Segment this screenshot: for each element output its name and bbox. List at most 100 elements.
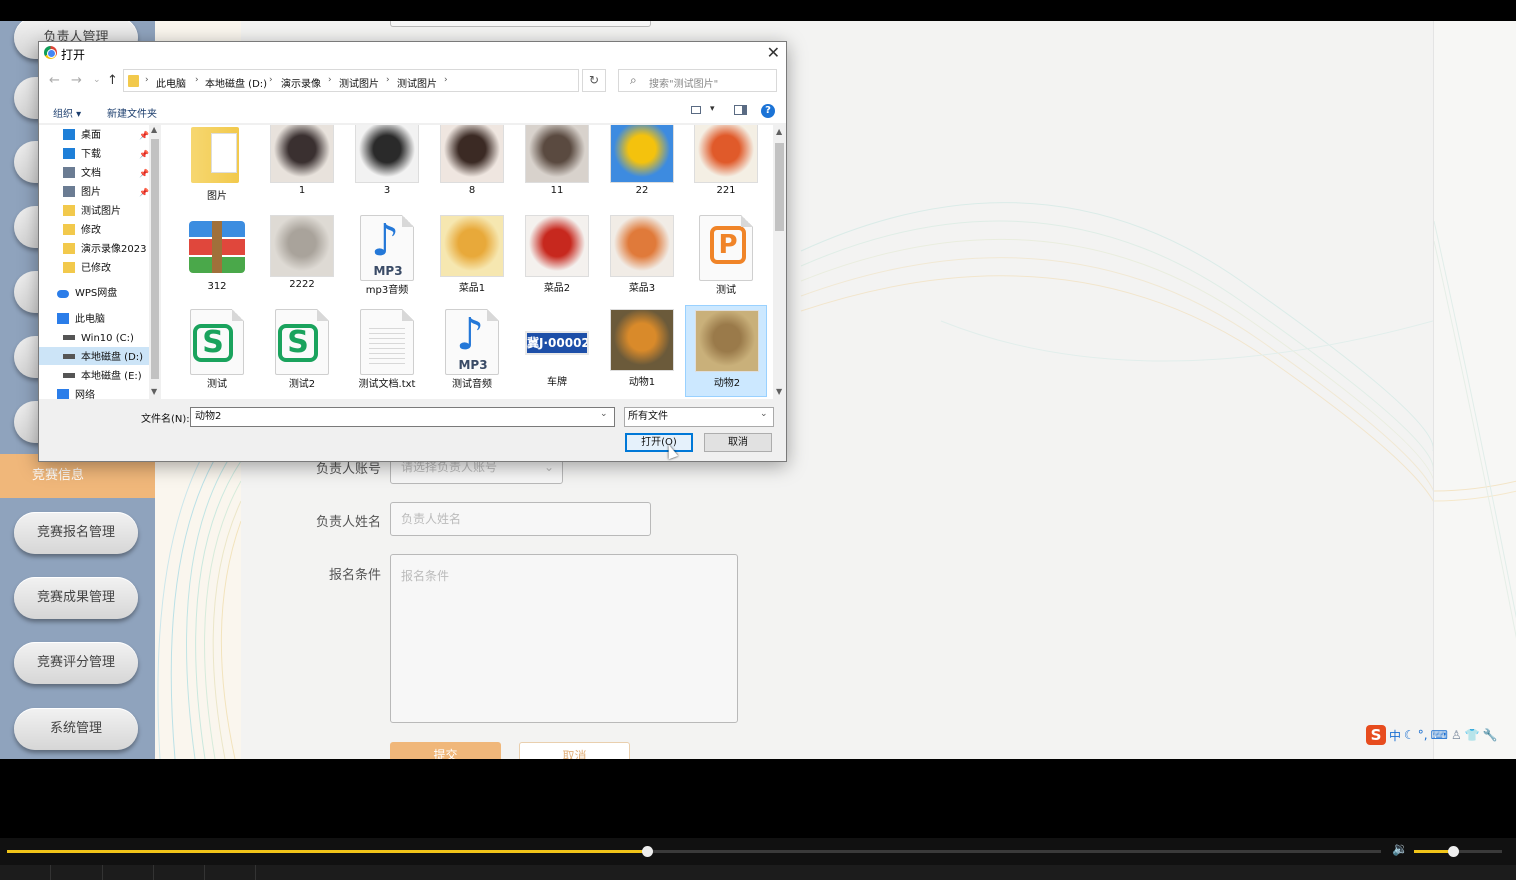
nav-item[interactable]: 测试图片 [63,203,121,221]
nav-item[interactable]: 文档 [63,165,101,183]
volume-slider[interactable] [1414,846,1502,857]
nav-item[interactable]: 此电脑 [57,311,105,329]
chevron-down-icon[interactable]: ▾ [710,104,715,114]
nav-item[interactable]: 本地磁盘 (D:) [63,349,143,367]
file-item[interactable]: 11 [516,125,598,209]
condition-textarea[interactable]: 报名条件 [390,554,738,723]
forward-arrow-icon[interactable]: → [71,73,82,88]
dialog-titlebar[interactable]: 打开 ✕ [39,42,786,64]
file-item[interactable]: 221 [685,125,767,209]
nav-item[interactable]: 网络 [57,387,95,399]
nav-item[interactable]: 本地磁盘 (E:) [63,368,142,386]
sogou-logo-icon[interactable]: S [1366,725,1386,745]
address-bar[interactable]: › 此电脑 › 本地磁盘 (D:) › 演示录像 › 测试图片 › 测试图片 ›… [123,69,656,92]
filename-input[interactable]: 动物2 [190,407,615,427]
file-item[interactable]: 测试文档.txt [346,305,428,397]
nav-item[interactable]: Win10 (C:) [63,330,134,348]
cancel-button[interactable]: 取消 [704,433,772,452]
moon-icon[interactable]: ☾ [1404,728,1415,742]
name-input[interactable]: 负责人姓名 [390,502,651,536]
nav-item-label: 此电脑 [75,314,105,325]
breadcrumb-item[interactable]: 测试图片 [339,75,379,90]
help-icon[interactable]: ? [761,104,775,118]
organize-button[interactable]: 组织 ▾ [53,105,81,120]
nav-item[interactable]: 下载 [63,146,101,164]
scroll-up-icon[interactable]: ▲ [151,125,157,134]
breadcrumb-item[interactable]: 本地磁盘 (D:) [205,75,267,90]
skin-icon[interactable]: 👕 [1465,728,1480,742]
file-item[interactable]: 动物2 [685,305,767,397]
file-item[interactable]: 动物1 [601,305,683,397]
nav-item[interactable]: 演示录像2023 [63,241,146,259]
punctuation-icon[interactable]: °, [1418,728,1428,742]
preview-pane-icon[interactable] [734,105,747,115]
file-item[interactable]: P 测试 [685,211,767,303]
progress-knob[interactable] [642,846,654,857]
nav-item[interactable]: WPS网盘 [57,285,117,303]
file-item[interactable]: ♪ MP3 mp3音频 [346,211,428,303]
file-item[interactable]: 图片 [176,125,258,209]
chevron-down-icon[interactable]: ⌄ [760,409,768,419]
file-item[interactable]: 312 [176,211,258,303]
new-folder-button[interactable]: 新建文件夹 [107,105,157,120]
scroll-down-icon[interactable]: ▼ [776,387,782,396]
file-item[interactable]: S 测试2 [261,305,343,397]
previous-field[interactable] [390,21,651,27]
sidebar-item-results[interactable]: 竞赛成果管理 [14,577,138,619]
file-item[interactable]: 3 [346,125,428,209]
nav-item[interactable]: 已修改 [63,260,111,278]
image-thumbnail [694,125,758,183]
open-button[interactable]: 打开(O) [625,433,693,452]
filetype-select[interactable]: 所有文件 [624,407,774,427]
file-name: 1 [298,185,306,196]
cancel-form-button[interactable]: 取消 [519,742,630,759]
refresh-button[interactable]: ↻ [582,69,606,92]
nav-item[interactable]: 桌面 [63,127,101,145]
file-item[interactable]: 菜品2 [516,211,598,303]
search-input[interactable]: ⌕ 搜索"测试图片" [618,69,777,92]
volume-knob[interactable] [1447,846,1459,857]
nav-scroll-thumb[interactable] [151,139,159,379]
volume-icon[interactable]: 🔉 [1392,842,1408,857]
file-item[interactable]: S 测试 [176,305,258,397]
open-file-dialog: 打开 ✕ ← → ⌄ ↑ › 此电脑 › 本地磁盘 (D:) › 演示录像 › … [38,41,787,462]
nav-item[interactable]: 修改 [63,222,101,240]
sidebar-item-registration[interactable]: 竞赛报名管理 [14,512,138,554]
up-arrow-icon[interactable]: ↑ [107,73,118,88]
file-item[interactable]: 2222 [261,211,343,303]
scroll-down-icon[interactable]: ▼ [151,387,157,396]
scroll-up-icon[interactable]: ▲ [776,127,782,136]
sidebar-item-system[interactable]: 系统管理 [14,708,138,750]
document-icon [63,167,75,178]
ime-toolbar[interactable]: S 中 ☾ °, ⌨ ♙ 👕 🔧 [1366,724,1512,746]
close-button[interactable]: ✕ [767,43,780,62]
breadcrumb-item[interactable]: 测试图片 [397,75,437,90]
nav-item-label: 桌面 [81,130,101,141]
wrench-icon[interactable]: 🔧 [1483,728,1498,742]
file-item[interactable]: 冀J·00002 车牌 [516,305,598,397]
user-icon[interactable]: ♙ [1451,728,1462,742]
nav-item-label: 图片 [81,187,101,198]
nav-scrollbar[interactable]: ▲ ▼ [149,125,161,399]
view-options-icon[interactable] [691,106,701,114]
file-item[interactable]: 1 [261,125,343,209]
right-strip [1433,21,1516,759]
nav-item[interactable]: 图片 [63,184,101,202]
recent-locations-icon[interactable]: ⌄ [93,75,101,85]
progress-slider[interactable] [7,846,1381,857]
ime-lang[interactable]: 中 [1389,727,1401,744]
chevron-down-icon[interactable]: ⌄ [600,409,608,419]
file-item[interactable]: ♪ MP3 测试音频 [431,305,513,397]
file-item[interactable]: 菜品1 [431,211,513,303]
file-item[interactable]: 22 [601,125,683,209]
breadcrumb-item[interactable]: 此电脑 [156,75,186,90]
file-item[interactable]: 菜品3 [601,211,683,303]
submit-button[interactable]: 提交 [390,742,501,759]
file-scrollbar[interactable]: ▲ ▼ [773,125,786,399]
back-arrow-icon[interactable]: ← [49,73,60,88]
breadcrumb-item[interactable]: 演示录像 [281,75,321,90]
sidebar-item-scoring[interactable]: 竞赛评分管理 [14,642,138,684]
file-scroll-thumb[interactable] [775,143,784,231]
file-item[interactable]: 8 [431,125,513,209]
keyboard-icon[interactable]: ⌨ [1431,728,1448,742]
